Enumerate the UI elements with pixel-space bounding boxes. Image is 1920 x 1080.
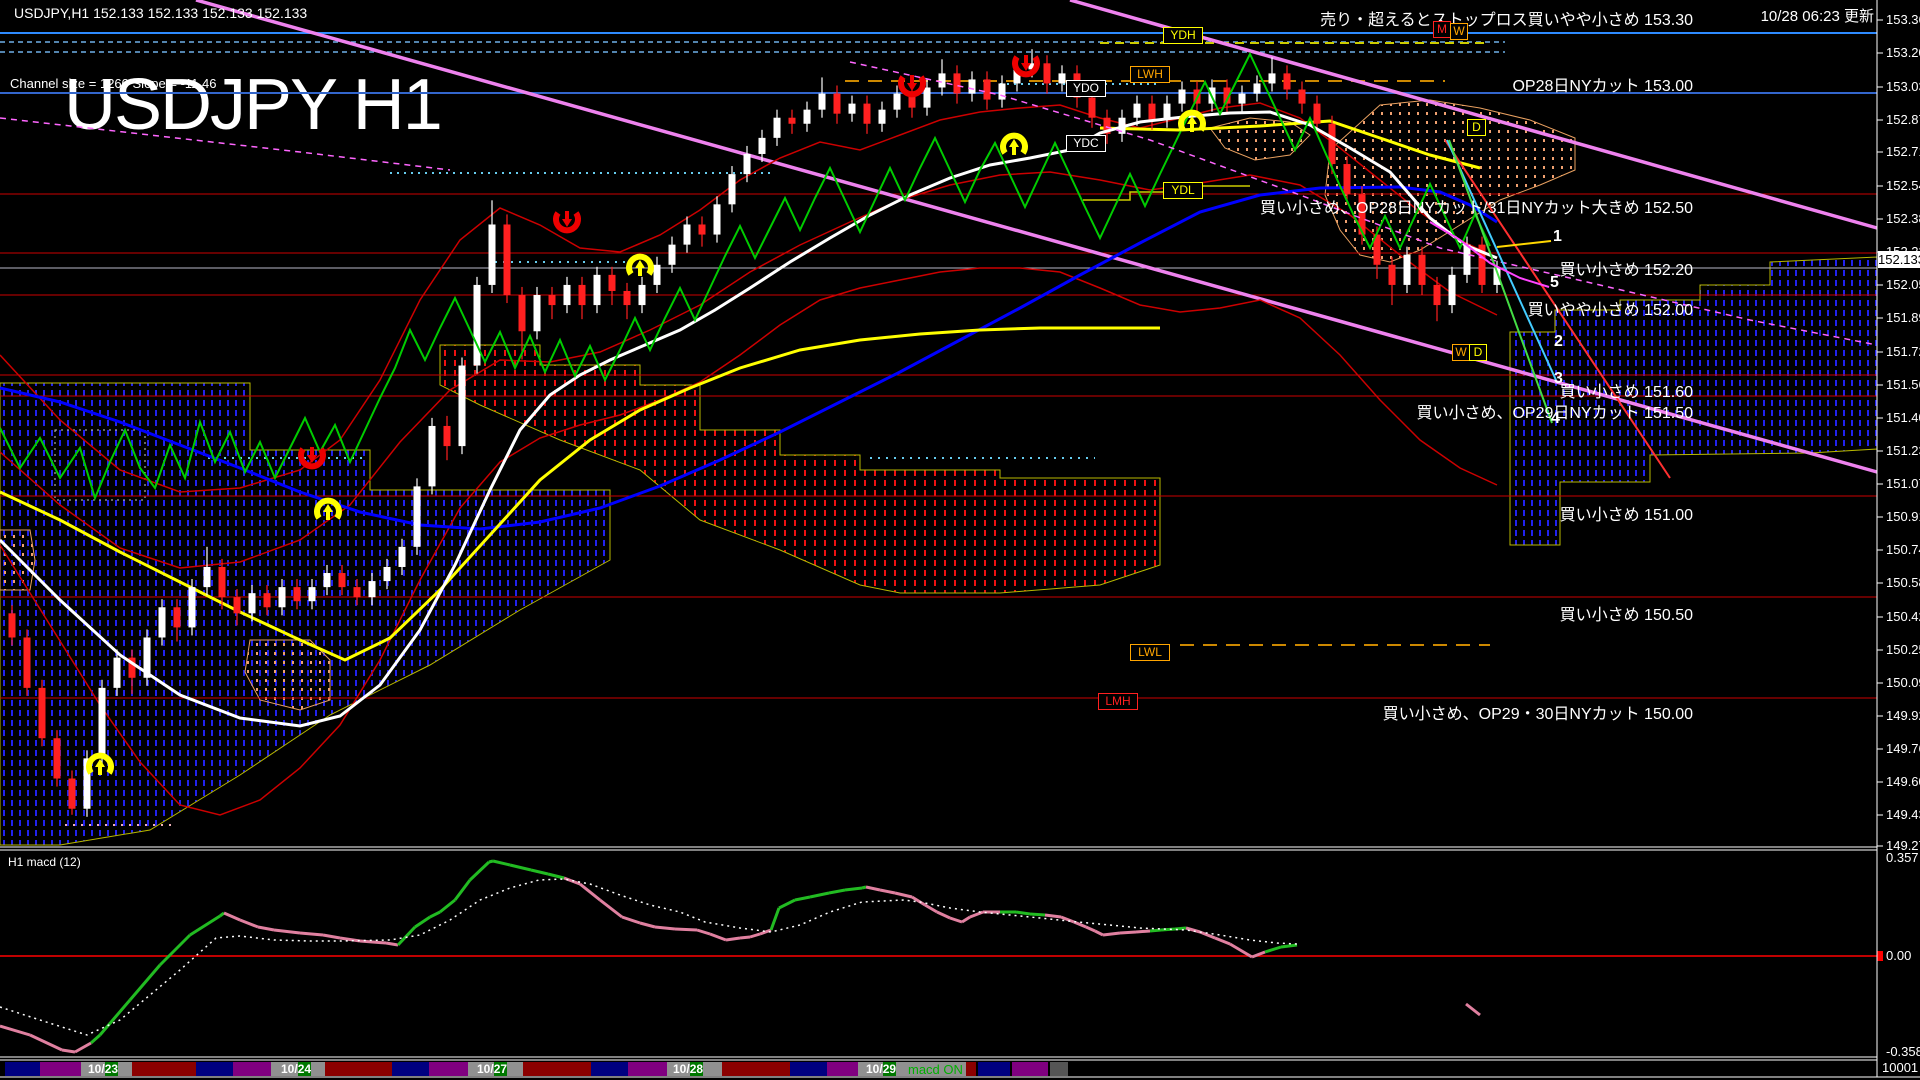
order-annotation: OP28日NYカット 153.00 xyxy=(1512,72,1693,96)
price-axis-label: 149.600 xyxy=(1886,774,1920,789)
level-box-w[interactable]: W xyxy=(1452,344,1470,361)
fan-line-number: 1 xyxy=(1553,228,1562,246)
order-annotation: 買い小さめ 151.00 xyxy=(1560,501,1693,525)
chart-canvas[interactable] xyxy=(0,0,1920,1080)
order-annotation: 買い小さめ 152.20 xyxy=(1560,256,1693,280)
level-box-ydc[interactable]: YDC xyxy=(1066,135,1106,152)
macd-toggle[interactable]: macd ON xyxy=(908,1062,963,1077)
price-axis-label: 152.710 xyxy=(1886,144,1920,159)
macd-indicator xyxy=(0,861,1883,1052)
history-bar-count: 10001 xyxy=(1882,1060,1918,1075)
level-box-ydo[interactable]: YDO xyxy=(1066,80,1106,97)
price-axis-label: 152.380 xyxy=(1886,211,1920,226)
level-box-ydh[interactable]: YDH xyxy=(1163,27,1203,44)
level-box-ydl[interactable]: YDL xyxy=(1163,182,1203,199)
fan-line-number: 4 xyxy=(1551,410,1560,428)
macd-scale-label: -0.358 xyxy=(1886,1044,1920,1059)
price-axis-label: 151.400 xyxy=(1886,410,1920,425)
price-axis-label: 153.365 xyxy=(1886,12,1920,27)
date-label: 10/28 xyxy=(673,1062,703,1076)
date-label: 10/27 xyxy=(477,1062,507,1076)
price-axis-label: 150.255 xyxy=(1886,642,1920,657)
price-axis-label: 151.890 xyxy=(1886,310,1920,325)
order-annotation: 買い小さめ、OP29・30日NYカット 150.00 xyxy=(1383,700,1693,724)
fan-line-number: 3 xyxy=(1554,370,1563,388)
sell-stop-annotation: 売り・超えるとストップロス買いやや小さめ 153.30 xyxy=(1320,6,1693,30)
current-price-tag: 152.133 xyxy=(1878,251,1920,268)
level-box-m[interactable]: M xyxy=(1433,21,1451,38)
level-box-lwl[interactable]: LWL xyxy=(1130,644,1170,661)
order-annotation: 買いやや小さめ 152.00 xyxy=(1528,296,1693,320)
date-label: 10/24 xyxy=(281,1062,311,1076)
price-axis-label: 152.545 xyxy=(1886,178,1920,193)
fan-line-number: 5 xyxy=(1550,274,1559,292)
price-axis-label: 150.420 xyxy=(1886,609,1920,624)
channel-info: Channel size = 1260 Slope = -11.46 xyxy=(10,76,216,91)
price-axis-label: 151.235 xyxy=(1886,443,1920,458)
date-label: 10/23 xyxy=(88,1062,118,1076)
macd-scale-label: 0.00 xyxy=(1886,948,1911,963)
order-annotation: 買い小さめ 150.50 xyxy=(1560,601,1693,625)
price-axis-label: 150.090 xyxy=(1886,675,1920,690)
level-box-w[interactable]: W xyxy=(1450,23,1468,40)
order-annotation: 買い小さめ、OP28日NYカット/31日NYカット大きめ 152.50 xyxy=(1260,194,1693,218)
price-axis-label: 151.565 xyxy=(1886,377,1920,392)
price-axis-label: 151.725 xyxy=(1886,344,1920,359)
symbol-title: USDJPY,H1 152.133 152.133 152.133 152.13… xyxy=(14,5,307,21)
price-axis-label: 149.765 xyxy=(1886,741,1920,756)
level-box-lwh[interactable]: LWH xyxy=(1130,66,1170,83)
price-axis-label: 150.580 xyxy=(1886,575,1920,590)
level-box-d[interactable]: D xyxy=(1467,119,1486,136)
update-timestamp: 10/28 06:23 更新 xyxy=(1761,5,1874,26)
price-axis-label: 150.745 xyxy=(1886,542,1920,557)
date-label: 10/29 xyxy=(866,1062,896,1076)
price-axis-label: 153.200 xyxy=(1886,45,1920,60)
fan-line-number: 2 xyxy=(1554,333,1563,351)
price-axis-label: 153.035 xyxy=(1886,79,1920,94)
trading-chart-window: USDJPY H1 USDJPY,H1 152.133 152.133 152.… xyxy=(0,0,1920,1080)
price-axis-label: 152.870 xyxy=(1886,112,1920,127)
macd-panel-label: H1 macd (12) xyxy=(8,855,81,869)
price-axis-label: 149.435 xyxy=(1886,807,1920,822)
price-axis-label: 149.925 xyxy=(1886,708,1920,723)
level-box-lmh[interactable]: LMH xyxy=(1098,693,1138,710)
price-axis-label: 151.070 xyxy=(1886,476,1920,491)
price-axis-label: 152.055 xyxy=(1886,277,1920,292)
macd-scale-label: 0.357 xyxy=(1886,850,1919,865)
level-box-d[interactable]: D xyxy=(1469,344,1487,361)
price-axis-label: 150.910 xyxy=(1886,509,1920,524)
